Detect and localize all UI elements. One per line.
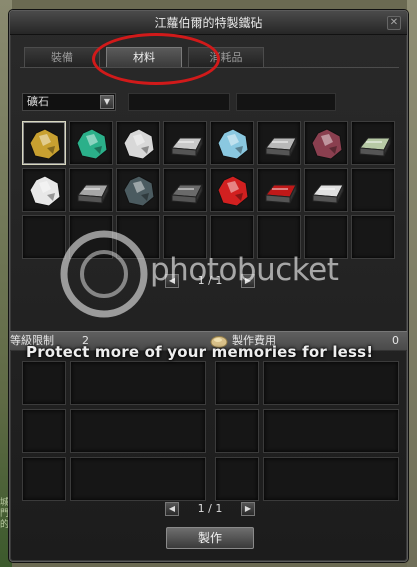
recipe-ingredient-name (263, 409, 399, 453)
recipe-ingredient-slot[interactable] (215, 409, 259, 453)
mithril-ingot-icon (359, 137, 391, 157)
gold-ore-icon (29, 128, 61, 160)
recipe-ingredient-name (263, 361, 399, 405)
material-slot[interactable] (69, 215, 113, 259)
game-background-right (407, 0, 417, 567)
level-limit-label: 等級限制 (10, 334, 54, 347)
obsidian-ingot-icon (171, 184, 203, 204)
ruby-ore-icon (217, 175, 249, 207)
make-button[interactable]: 製作 (166, 527, 254, 549)
recipe-ingredient-slot[interactable] (215, 457, 259, 501)
material-slot[interactable] (116, 215, 160, 259)
material-slot[interactable] (351, 215, 395, 259)
platinum-ingot-icon (312, 184, 344, 204)
dark-crystal-icon (123, 175, 155, 207)
material-slot[interactable] (210, 121, 254, 165)
material-slot[interactable] (69, 168, 113, 212)
chevron-down-icon[interactable]: ▼ (100, 95, 114, 109)
anvil-crafting-window: 江蘿伯爾的特製鐵砧 ✕ 裝備 材料 消耗品 礦石 ▼ ◀ 1 / 1 ▶ 等級限… (9, 10, 408, 562)
material-slot[interactable] (257, 121, 301, 165)
silver-ore-icon (123, 128, 155, 160)
recipe-pager: ◀ 1 / 1 ▶ (165, 502, 255, 518)
category-dropdown-value: 礦石 (27, 95, 49, 108)
tab-equipment[interactable]: 裝備 (24, 47, 100, 67)
material-slot[interactable] (22, 168, 66, 212)
cost-label: 製作費用 (232, 334, 276, 347)
close-button[interactable]: ✕ (387, 16, 401, 30)
material-grid (22, 121, 399, 271)
diamond-ore-icon (29, 175, 61, 207)
material-slot[interactable] (351, 121, 395, 165)
material-slot[interactable] (163, 168, 207, 212)
bronze-ingot-icon (77, 184, 109, 204)
material-slot[interactable] (163, 215, 207, 259)
material-slot[interactable] (22, 121, 66, 165)
recipe-ingredient-slot[interactable] (22, 409, 66, 453)
cost-value: 0 (392, 334, 399, 347)
highlight-annotation-circle (92, 33, 220, 85)
material-slot[interactable] (257, 215, 301, 259)
opal-ore-icon (311, 128, 343, 160)
material-slot[interactable] (304, 168, 348, 212)
material-page-number: 1 / 1 (197, 274, 223, 287)
filter-row: 礦石 ▼ (22, 93, 397, 111)
material-pager: ◀ 1 / 1 ▶ (165, 274, 255, 290)
aquamarine-ore-icon (217, 128, 249, 160)
category-dropdown[interactable]: 礦石 ▼ (22, 93, 116, 111)
close-icon: ✕ (389, 17, 399, 28)
material-slot[interactable] (116, 168, 160, 212)
filter-field-2[interactable] (128, 93, 230, 111)
prev-page-icon[interactable]: ◀ (165, 274, 179, 288)
material-slot[interactable] (116, 121, 160, 165)
recipe-page-number: 1 / 1 (197, 502, 223, 515)
recipe-info-bar: 等級限制 2 製作費用 0 (10, 331, 407, 351)
steel-ingot-icon (171, 137, 203, 157)
recipe-ingredient-slot[interactable] (215, 361, 259, 405)
iron-ingot-icon (265, 137, 297, 157)
material-slot[interactable] (210, 168, 254, 212)
recipe-ingredient-name (263, 457, 399, 501)
coin-icon (210, 336, 228, 348)
recipe-ingredient-slot[interactable] (22, 457, 66, 501)
recipe-ingredient-name (70, 457, 206, 501)
next-page-icon[interactable]: ▶ (241, 274, 255, 288)
material-slot[interactable] (69, 121, 113, 165)
material-slot[interactable] (22, 215, 66, 259)
level-limit-value: 2 (82, 334, 89, 347)
recipe-ingredient-name (70, 361, 206, 405)
material-slot[interactable] (304, 121, 348, 165)
emerald-ore-icon (76, 128, 108, 160)
material-slot[interactable] (163, 121, 207, 165)
recipe-ingredient-name (70, 409, 206, 453)
window-title: 江蘿伯爾的特製鐵砧 (10, 11, 407, 35)
material-slot[interactable] (304, 215, 348, 259)
recipe-prev-page-icon[interactable]: ◀ (165, 502, 179, 516)
ruby-ingot-icon (265, 184, 297, 204)
recipe-grid (22, 351, 399, 501)
recipe-ingredient-slot[interactable] (22, 361, 66, 405)
filter-field-3[interactable] (236, 93, 336, 111)
material-slot[interactable] (257, 168, 301, 212)
material-slot[interactable] (210, 215, 254, 259)
recipe-next-page-icon[interactable]: ▶ (241, 502, 255, 516)
material-slot[interactable] (351, 168, 395, 212)
